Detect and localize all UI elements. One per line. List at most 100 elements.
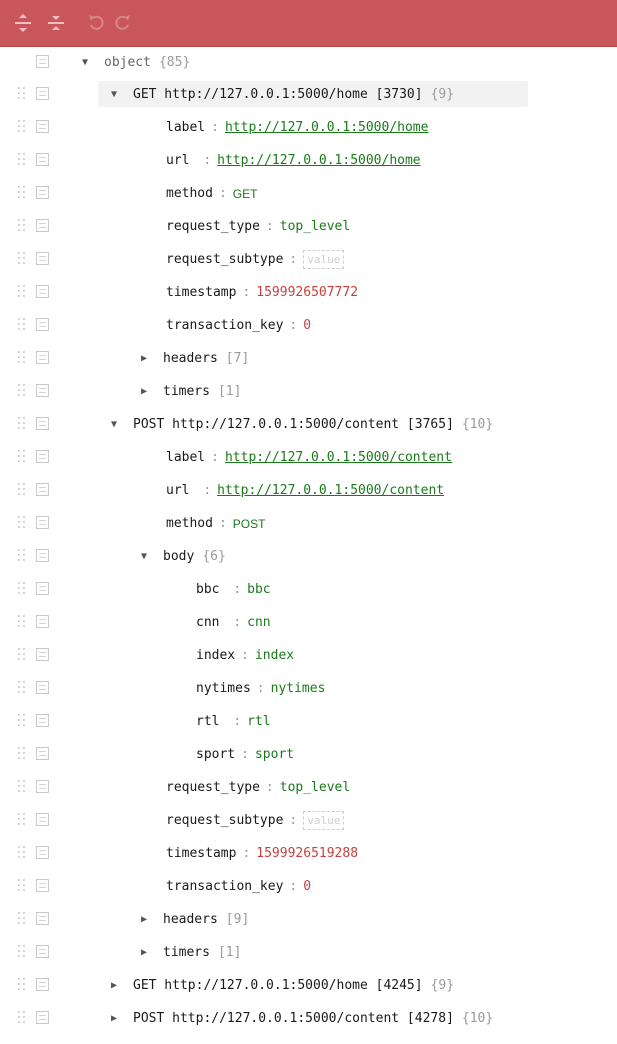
- context-menu-button[interactable]: [36, 846, 49, 859]
- field-key[interactable]: cnn: [196, 615, 227, 630]
- field-value[interactable]: cnn: [247, 615, 270, 630]
- field-value-link[interactable]: http://127.0.0.1:5000/content: [217, 483, 444, 498]
- redo-icon[interactable]: [112, 12, 134, 34]
- context-menu-button[interactable]: [36, 87, 49, 100]
- field-value-number[interactable]: 0: [303, 318, 311, 333]
- field-key[interactable]: method: [166, 516, 213, 531]
- drag-handle-icon[interactable]: [18, 978, 28, 992]
- field-value[interactable]: sport: [255, 747, 294, 762]
- context-menu-button[interactable]: [36, 582, 49, 595]
- drag-handle-icon[interactable]: [18, 549, 28, 563]
- drag-handle-icon[interactable]: [18, 846, 28, 860]
- drag-handle-icon[interactable]: [18, 483, 28, 497]
- drag-handle-icon[interactable]: [18, 450, 28, 464]
- drag-handle-icon[interactable]: [18, 120, 28, 134]
- field-key[interactable]: request_subtype: [166, 252, 283, 267]
- field-key[interactable]: url: [166, 153, 197, 168]
- field-value-number[interactable]: 1599926507772: [256, 285, 358, 300]
- field-key[interactable]: headers: [163, 351, 218, 366]
- field-key[interactable]: timestamp: [166, 846, 236, 861]
- expand-icon[interactable]: ▶: [107, 1013, 121, 1024]
- context-menu-button[interactable]: [36, 55, 49, 68]
- context-menu-button[interactable]: [36, 813, 49, 826]
- drag-handle-icon[interactable]: [18, 681, 28, 695]
- field-key[interactable]: method: [166, 186, 213, 201]
- field-key[interactable]: timestamp: [166, 285, 236, 300]
- field-key[interactable]: nytimes: [196, 681, 251, 696]
- context-menu-button[interactable]: [36, 252, 49, 265]
- collapse-all-icon[interactable]: [45, 12, 67, 34]
- context-menu-button[interactable]: [36, 153, 49, 166]
- field-key[interactable]: sport: [196, 747, 235, 762]
- undo-icon[interactable]: [85, 12, 107, 34]
- field-key[interactable]: transaction_key: [166, 318, 283, 333]
- expand-icon[interactable]: ▶: [137, 353, 151, 364]
- collapse-icon[interactable]: ▼: [107, 89, 121, 100]
- context-menu-button[interactable]: [36, 351, 49, 364]
- drag-handle-icon[interactable]: [18, 516, 28, 530]
- context-menu-button[interactable]: [36, 120, 49, 133]
- field-key[interactable]: index: [196, 648, 235, 663]
- field-key[interactable]: headers: [163, 912, 218, 927]
- field-value-link[interactable]: http://127.0.0.1:5000/content: [225, 450, 452, 465]
- field-key[interactable]: url: [166, 483, 197, 498]
- context-menu-button[interactable]: [36, 549, 49, 562]
- empty-value-placeholder[interactable]: value: [303, 811, 345, 830]
- expand-all-icon[interactable]: [12, 12, 34, 34]
- drag-handle-icon[interactable]: [18, 813, 28, 827]
- drag-handle-icon[interactable]: [18, 384, 28, 398]
- field-key[interactable]: rtl: [196, 714, 227, 729]
- field-value-link[interactable]: http://127.0.0.1:5000/home: [225, 120, 429, 135]
- drag-handle-icon[interactable]: [18, 648, 28, 662]
- drag-handle-icon[interactable]: [18, 219, 28, 233]
- context-menu-button[interactable]: [36, 879, 49, 892]
- field-value[interactable]: top_level: [280, 219, 350, 234]
- drag-handle-icon[interactable]: [18, 318, 28, 332]
- context-menu-button[interactable]: [36, 483, 49, 496]
- field-key[interactable]: GET http://127.0.0.1:5000/home [4245]: [133, 978, 423, 993]
- field-key[interactable]: timers: [163, 945, 210, 960]
- context-menu-button[interactable]: [36, 615, 49, 628]
- field-key[interactable]: POST http://127.0.0.1:5000/content [4278…: [133, 1011, 454, 1026]
- expand-icon[interactable]: ▶: [137, 386, 151, 397]
- expand-icon[interactable]: ▶: [107, 980, 121, 991]
- field-key[interactable]: timers: [163, 384, 210, 399]
- context-menu-button[interactable]: [36, 945, 49, 958]
- empty-value-placeholder[interactable]: value: [303, 250, 345, 269]
- field-key[interactable]: label: [166, 120, 205, 135]
- drag-handle-icon[interactable]: [18, 87, 28, 101]
- context-menu-button[interactable]: [36, 978, 49, 991]
- drag-handle-icon[interactable]: [18, 615, 28, 629]
- context-menu-button[interactable]: [36, 714, 49, 727]
- drag-handle-icon[interactable]: [18, 879, 28, 893]
- context-menu-button[interactable]: [36, 780, 49, 793]
- context-menu-button[interactable]: [36, 648, 49, 661]
- field-value[interactable]: nytimes: [271, 681, 326, 696]
- context-menu-button[interactable]: [36, 1011, 49, 1024]
- field-key[interactable]: object: [104, 55, 151, 70]
- expand-icon[interactable]: ▶: [137, 914, 151, 925]
- drag-handle-icon[interactable]: [18, 780, 28, 794]
- drag-handle-icon[interactable]: [18, 945, 28, 959]
- field-value-number[interactable]: 0: [303, 879, 311, 894]
- field-value[interactable]: rtl: [247, 714, 270, 729]
- field-key[interactable]: request_type: [166, 780, 260, 795]
- context-menu-button[interactable]: [36, 285, 49, 298]
- drag-handle-icon[interactable]: [18, 714, 28, 728]
- field-key[interactable]: transaction_key: [166, 879, 283, 894]
- field-value[interactable]: bbc: [247, 582, 270, 597]
- field-value[interactable]: index: [255, 648, 294, 663]
- drag-handle-icon[interactable]: [18, 285, 28, 299]
- context-menu-button[interactable]: [36, 417, 49, 430]
- field-value-link[interactable]: http://127.0.0.1:5000/home: [217, 153, 421, 168]
- drag-handle-icon[interactable]: [18, 351, 28, 365]
- field-value[interactable]: GET: [233, 187, 258, 201]
- context-menu-button[interactable]: [36, 219, 49, 232]
- drag-handle-icon[interactable]: [18, 1011, 28, 1025]
- field-key[interactable]: label: [166, 450, 205, 465]
- drag-handle-icon[interactable]: [18, 582, 28, 596]
- field-key[interactable]: GET http://127.0.0.1:5000/home [3730]: [133, 87, 423, 102]
- drag-handle-icon[interactable]: [18, 747, 28, 761]
- context-menu-button[interactable]: [36, 747, 49, 760]
- field-key[interactable]: POST http://127.0.0.1:5000/content [3765…: [133, 417, 454, 432]
